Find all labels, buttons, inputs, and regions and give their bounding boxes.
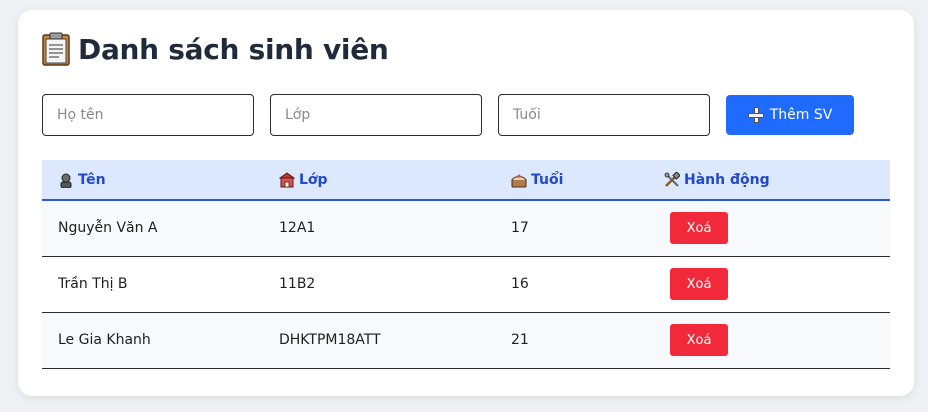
page-title: Danh sách sinh viên xyxy=(78,32,389,66)
add-student-label: Thêm SV xyxy=(769,107,833,123)
student-table: Tên Lớp Tuổi Hành động Nguyễn Văn A 12A1… xyxy=(42,160,890,369)
table-row: Trần Thị B 11B2 16 Xoá xyxy=(42,256,890,312)
cell-age: 16 xyxy=(511,276,529,292)
cell-name: Le Gia Khanh xyxy=(58,332,151,348)
delete-button[interactable]: Xoá xyxy=(670,212,728,245)
plus-icon xyxy=(747,107,764,123)
school-icon xyxy=(279,171,295,187)
clipboard-icon xyxy=(42,32,70,66)
column-header-name: Tên xyxy=(42,160,263,201)
column-label: Tuổi xyxy=(531,171,564,188)
delete-button[interactable]: Xoá xyxy=(670,324,728,356)
column-header-age: Tuổi xyxy=(495,160,648,201)
table-row: Le Gia Khanh DHKTPM18ATT 21 Xoá xyxy=(42,312,890,368)
cake-icon xyxy=(511,174,527,187)
add-student-button[interactable]: Thêm SV xyxy=(726,95,854,135)
class-input[interactable] xyxy=(270,94,482,136)
cell-age: 17 xyxy=(511,220,529,237)
cell-class: DHKTPM18ATT xyxy=(279,332,381,348)
column-label: Hành động xyxy=(684,171,770,188)
column-header-class: Lớp xyxy=(263,160,495,201)
delete-button[interactable]: Xoá xyxy=(670,268,728,300)
column-label: Tên xyxy=(78,171,106,188)
cell-class: 11B2 xyxy=(279,276,316,292)
add-student-form: Thêm SV xyxy=(42,94,854,136)
cell-age: 21 xyxy=(511,332,529,348)
cell-class: 12A1 xyxy=(279,220,316,237)
cell-actions: Xoá xyxy=(648,256,890,312)
table-header-row: Tên Lớp Tuổi Hành động xyxy=(42,160,890,201)
tools-icon xyxy=(664,171,680,187)
cell-name: Trần Thị B xyxy=(58,276,128,292)
column-label: Lớp xyxy=(299,171,328,188)
column-header-actions: Hành động xyxy=(648,160,890,201)
student-icon xyxy=(60,173,72,188)
table-row: Nguyễn Văn A 12A1 17 Xoá xyxy=(42,200,890,256)
student-list-card: Danh sách sinh viên Thêm SV Tên xyxy=(18,10,914,396)
age-input[interactable] xyxy=(498,94,710,136)
page-header: Danh sách sinh viên xyxy=(42,32,389,66)
cell-name: Nguyễn Văn A xyxy=(58,220,158,237)
cell-actions: Xoá xyxy=(648,200,890,256)
cell-actions: Xoá xyxy=(648,312,890,368)
name-input[interactable] xyxy=(42,94,254,136)
